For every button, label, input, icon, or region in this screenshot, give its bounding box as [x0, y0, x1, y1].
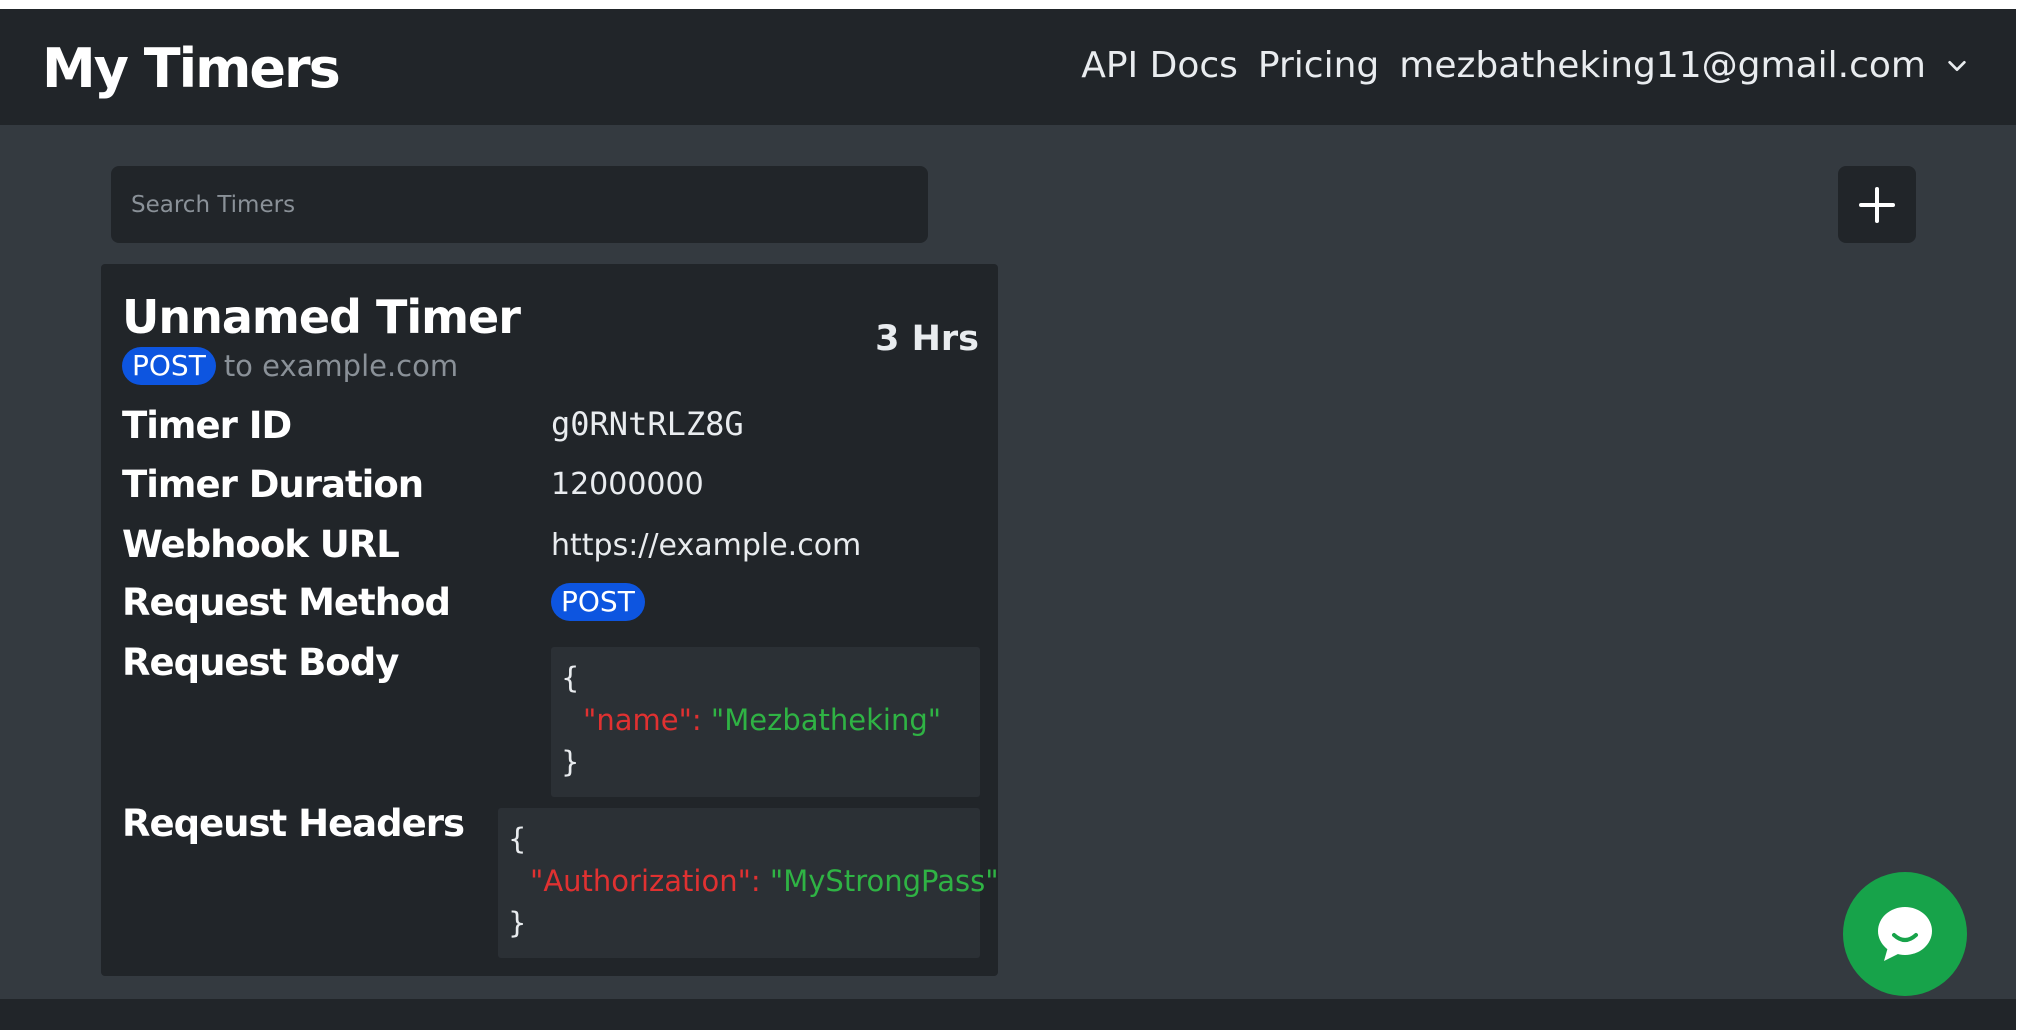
nav-link-pricing[interactable]: Pricing [1258, 45, 1379, 86]
nav-links: API Docs Pricing mezbatheking11@gmail.co… [1081, 45, 1968, 86]
navbar: My Timers API Docs Pricing mezbatheking1… [0, 9, 2016, 125]
timer-target: to example.com [223, 349, 459, 383]
json-close-brace: } [561, 745, 580, 779]
timer-duration-value: 12000000 [551, 467, 704, 502]
timer-title: Unnamed Timer [122, 290, 521, 344]
chat-bubble-icon [1878, 907, 1932, 961]
json-value: "Mezbatheking" [710, 703, 942, 737]
request-body-code: { "name": "Mezbatheking" } [551, 647, 980, 797]
json-line: "Authorization": "MyStrongPass" [508, 860, 999, 902]
request-body-label: Request Body [122, 641, 399, 684]
json-key: "Authorization": [530, 864, 761, 898]
brand-title[interactable]: My Timers [42, 37, 341, 100]
webhook-url-label: Webhook URL [122, 523, 400, 566]
user-menu-dropdown[interactable]: mezbatheking11@gmail.com [1399, 45, 1968, 86]
json-close-brace: } [508, 906, 527, 940]
app-page: My Timers API Docs Pricing mezbatheking1… [0, 9, 2016, 1030]
plus-icon [1859, 186, 1895, 223]
json-open-brace: { [508, 822, 527, 856]
json-value: "MyStrongPass" [769, 864, 999, 898]
json-open-brace: { [561, 661, 580, 695]
timer-id-label: Timer ID [122, 404, 292, 447]
timer-subtitle: POST to example.com [122, 347, 458, 385]
footer-bar [0, 999, 2016, 1030]
webhook-url-value: https://example.com [551, 528, 862, 563]
request-headers-label: Reqeust Headers [122, 802, 465, 845]
request-method-value: POST [551, 583, 645, 621]
request-headers-code: { "Authorization": "MyStrongPass" } [498, 808, 999, 958]
timer-duration-display: 3 Hrs [875, 319, 979, 359]
add-timer-button[interactable] [1838, 166, 1916, 243]
chat-widget-button[interactable] [1843, 872, 1967, 996]
nav-link-api-docs[interactable]: API Docs [1081, 45, 1238, 86]
timer-id-value: g0RNtRLZ8G [551, 405, 744, 443]
method-badge: POST [122, 347, 216, 385]
request-method-label: Request Method [122, 581, 451, 624]
chevron-down-icon [1948, 60, 1966, 71]
user-email: mezbatheking11@gmail.com [1399, 45, 1926, 86]
json-line: "name": "Mezbatheking" [561, 699, 970, 741]
search-input[interactable] [111, 166, 928, 243]
timer-duration-label: Timer Duration [122, 463, 424, 506]
timer-card[interactable]: Unnamed Timer POST to example.com 3 Hrs … [101, 264, 999, 976]
json-key: "name": [583, 703, 702, 737]
request-method-badge: POST [551, 583, 645, 621]
